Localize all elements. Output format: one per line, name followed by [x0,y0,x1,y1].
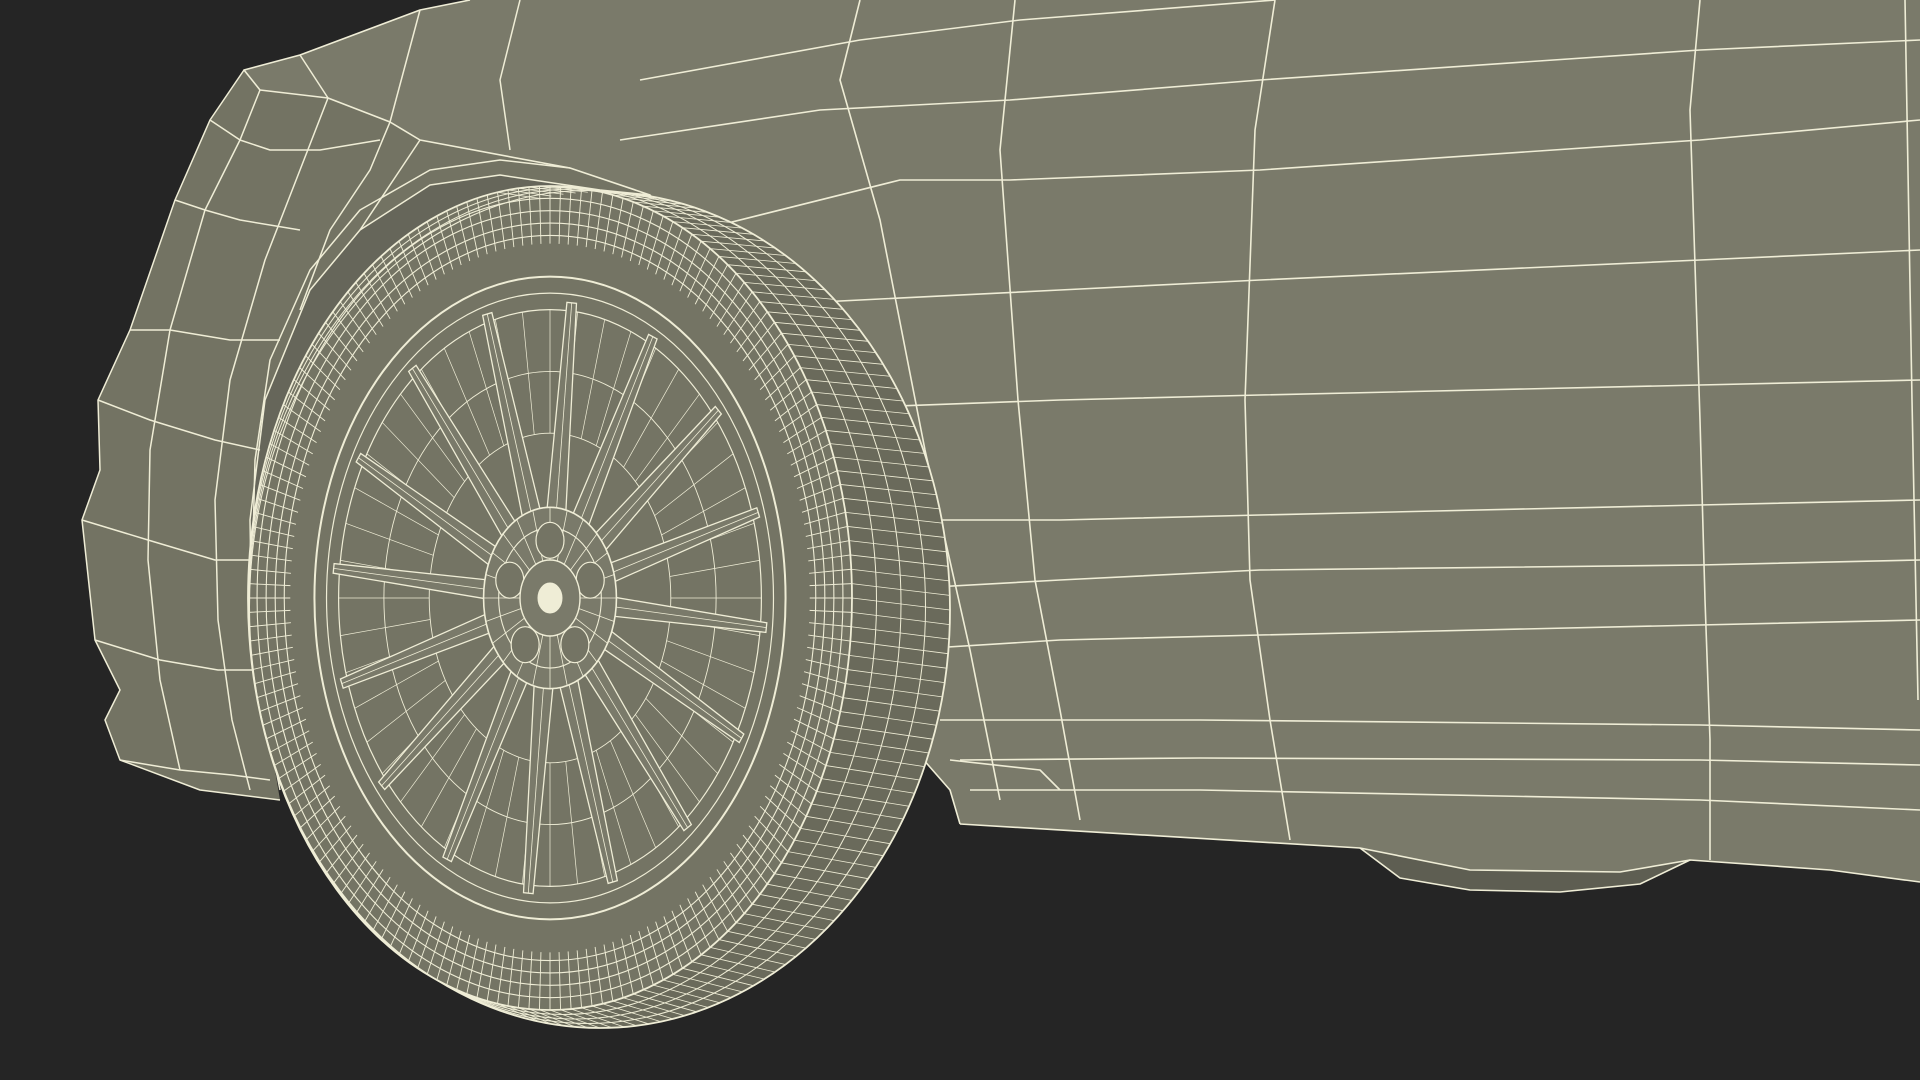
center-cap-highlight [537,582,563,614]
lug-nut [510,626,540,664]
lug-nut [560,626,590,664]
wheel-hub [482,506,618,690]
front-wheel [247,185,951,1029]
lug-nut [535,521,565,559]
render-viewport [0,0,1920,1080]
